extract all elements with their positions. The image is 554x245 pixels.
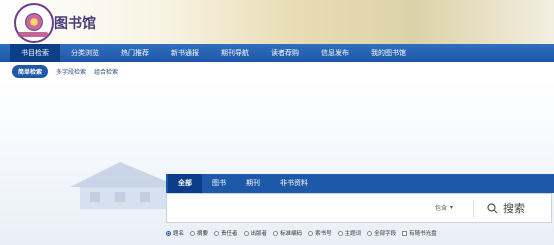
- site-header: 图书馆: [0, 0, 554, 44]
- cd-attached-checkbox[interactable]: 有随书光盘: [402, 229, 437, 237]
- nav-item-bibliographic-search[interactable]: 书目检索: [10, 44, 60, 62]
- radio-button-icon: [308, 230, 314, 236]
- field-radio-subject[interactable]: 主题词: [337, 229, 362, 237]
- checkbox-icon: [402, 230, 408, 236]
- search-type-tabs: 全部 图书 期刊 非书资料: [166, 174, 554, 193]
- radio-button-icon: [243, 230, 249, 236]
- subnav-combined-search[interactable]: 组合检索: [94, 67, 118, 76]
- logo-stamp: [18, 32, 48, 37]
- field-radio-publisher[interactable]: 出版者: [243, 229, 268, 237]
- tab-non-book[interactable]: 非书资料: [270, 174, 318, 193]
- tab-books[interactable]: 图书: [202, 174, 236, 193]
- radio-button-icon: [273, 230, 279, 236]
- match-mode-value: 包含: [435, 205, 448, 212]
- search-input[interactable]: [167, 194, 434, 222]
- radio-button-icon: [214, 230, 220, 236]
- tab-all[interactable]: 全部: [168, 174, 202, 193]
- field-label: 标准编码: [280, 231, 303, 237]
- radio-button-icon: [190, 230, 196, 236]
- checkbox-label: 有随书光盘: [409, 231, 437, 237]
- nav-item-new-books[interactable]: 新书通报: [160, 44, 210, 62]
- field-label: 索书号: [315, 231, 332, 237]
- field-radio-author[interactable]: 责任者: [214, 229, 238, 237]
- field-radio-all-fields[interactable]: 全部字段: [367, 229, 396, 237]
- field-radio-abstract[interactable]: 摘要: [190, 229, 208, 237]
- search-button-label: 搜索: [503, 202, 525, 215]
- radio-button-icon: [337, 230, 343, 236]
- field-radio-isbn[interactable]: 标准编码: [273, 229, 302, 237]
- nav-item-news[interactable]: 信息发布: [310, 44, 360, 62]
- logo-flower-icon: [25, 13, 43, 31]
- divider: [473, 200, 474, 218]
- nav-item-my-library[interactable]: 我的图书馆: [360, 44, 417, 62]
- sub-nav: 简单检索 多字段检索 组合检索: [0, 62, 554, 81]
- field-label: 出版者: [250, 231, 268, 237]
- subnav-multi-field-search[interactable]: 多字段检索: [56, 67, 86, 76]
- nav-item-category-browse[interactable]: 分类浏览: [60, 44, 110, 62]
- chevron-down-icon: ▾: [450, 204, 454, 211]
- field-label: 责任者: [221, 231, 238, 237]
- search-field-options: 题名 摘要 责任者 出版者 标准编码 索书号 主题词 全部字段 有随书光盘: [166, 227, 554, 239]
- site-title: 图书馆: [54, 16, 96, 32]
- search-button[interactable]: 搜索: [479, 194, 551, 222]
- nav-item-hot-recommend[interactable]: 热门推荐: [110, 44, 160, 62]
- library-logo[interactable]: [14, 3, 54, 43]
- nav-item-reader-recommend[interactable]: 读者荐购: [260, 44, 310, 62]
- tab-journals[interactable]: 期刊: [236, 174, 270, 193]
- field-radio-call-number[interactable]: 索书号: [308, 229, 332, 237]
- search-icon: [487, 202, 498, 213]
- field-label: 全部字段: [374, 231, 397, 237]
- search-box: 包含 ▾ 搜索: [166, 193, 552, 223]
- subnav-simple-search[interactable]: 简单检索: [12, 64, 49, 78]
- radio-button-icon: [166, 230, 171, 236]
- field-label: 题名: [173, 231, 185, 237]
- main-nav: 书目检索 分类浏览 热门推荐 新书通报 期刊导航 读者荐购 信息发布 我的图书馆: [0, 44, 554, 62]
- field-radio-title[interactable]: 题名: [166, 229, 184, 237]
- field-label: 摘要: [197, 231, 209, 237]
- match-mode-select[interactable]: 包含 ▾: [435, 203, 453, 212]
- field-label: 主题词: [344, 231, 362, 237]
- nav-item-journal-nav[interactable]: 期刊导航: [210, 44, 260, 62]
- radio-button-icon: [367, 230, 373, 236]
